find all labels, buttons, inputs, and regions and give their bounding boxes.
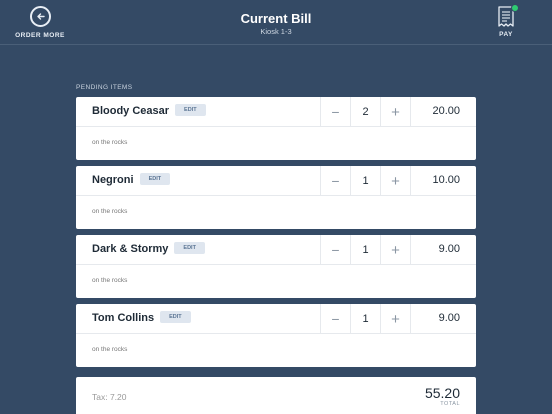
total-label: TOTAL — [440, 401, 460, 407]
bill-summary: Tax: 7.20 55.20 TOTAL — [76, 377, 476, 414]
item-note: on the rocks — [92, 277, 128, 284]
decrease-button[interactable]: − — [320, 304, 350, 334]
edit-button[interactable]: EDIT — [175, 104, 206, 117]
item-note: on the rocks — [92, 208, 128, 215]
pay-button[interactable]: PAY — [488, 4, 524, 38]
paid-check-icon — [511, 4, 519, 12]
item-name: Bloody Ceasar EDIT — [92, 104, 206, 117]
item-note: on the rocks — [92, 139, 128, 146]
receipt-icon — [497, 4, 519, 28]
item-price: 10.00 — [432, 174, 460, 186]
item-note: on the rocks — [92, 346, 128, 353]
bill-item-card: Bloody Ceasar EDIT − 2 + 20.00 on the roc… — [76, 97, 476, 160]
increase-button[interactable]: + — [380, 304, 411, 334]
item-name: Dark & Stormy EDIT — [92, 242, 205, 255]
bill-title-group: Current Bill Kiosk 1-3 — [176, 11, 376, 36]
quantity-stepper: − 1 + — [320, 166, 411, 196]
tax-amount: Tax: 7.20 — [92, 392, 127, 402]
decrease-button[interactable]: − — [320, 97, 350, 127]
order-more-button[interactable]: ORDER MORE — [14, 6, 66, 39]
app-header: ORDER MORE Current Bill Kiosk 1-3 PAY — [0, 0, 552, 45]
edit-button[interactable]: EDIT — [139, 173, 171, 186]
item-name-text: Dark & Stormy — [92, 243, 169, 255]
quantity-value: 2 — [350, 97, 380, 127]
back-arrow-icon — [29, 6, 51, 27]
increase-button[interactable]: + — [380, 97, 411, 127]
quantity-stepper: − 2 + — [320, 97, 411, 127]
increase-button[interactable]: + — [380, 235, 411, 265]
item-price: 9.00 — [438, 243, 460, 255]
edit-button[interactable]: EDIT — [174, 242, 205, 255]
page-subtitle: Kiosk 1-3 — [260, 27, 292, 36]
quantity-value: 1 — [350, 304, 380, 334]
quantity-stepper: − 1 + — [320, 304, 411, 334]
order-more-label: ORDER MORE — [15, 32, 65, 39]
decrease-button[interactable]: − — [320, 166, 350, 196]
decrease-button[interactable]: − — [320, 235, 350, 265]
item-name-text: Negroni — [92, 174, 134, 186]
page-title: Current Bill — [240, 11, 312, 26]
quantity-stepper: − 1 + — [320, 235, 411, 265]
edit-button[interactable]: EDIT — [160, 311, 191, 324]
bill-item-card: Dark & Stormy EDIT − 1 + 9.00 on the rock… — [76, 235, 476, 298]
item-name-text: Tom Collins — [92, 312, 155, 324]
increase-button[interactable]: + — [380, 166, 411, 196]
item-price: 20.00 — [432, 105, 460, 117]
item-name-text: Bloody Ceasar — [92, 105, 170, 117]
quantity-value: 1 — [350, 166, 380, 196]
quantity-value: 1 — [350, 235, 380, 265]
bill-item-card: Negroni EDIT − 1 + 10.00 on the rocks — [76, 166, 476, 229]
item-name: Negroni EDIT — [92, 173, 171, 186]
item-name: Tom Collins EDIT — [92, 311, 191, 324]
bill-item-card: Tom Collins EDIT − 1 + 9.00 on the rocks — [76, 304, 476, 367]
total-amount: 55.20 — [424, 385, 460, 401]
section-label: PENDING ITEMS — [76, 84, 133, 91]
item-price: 9.00 — [438, 312, 460, 324]
pay-label: PAY — [499, 31, 513, 38]
